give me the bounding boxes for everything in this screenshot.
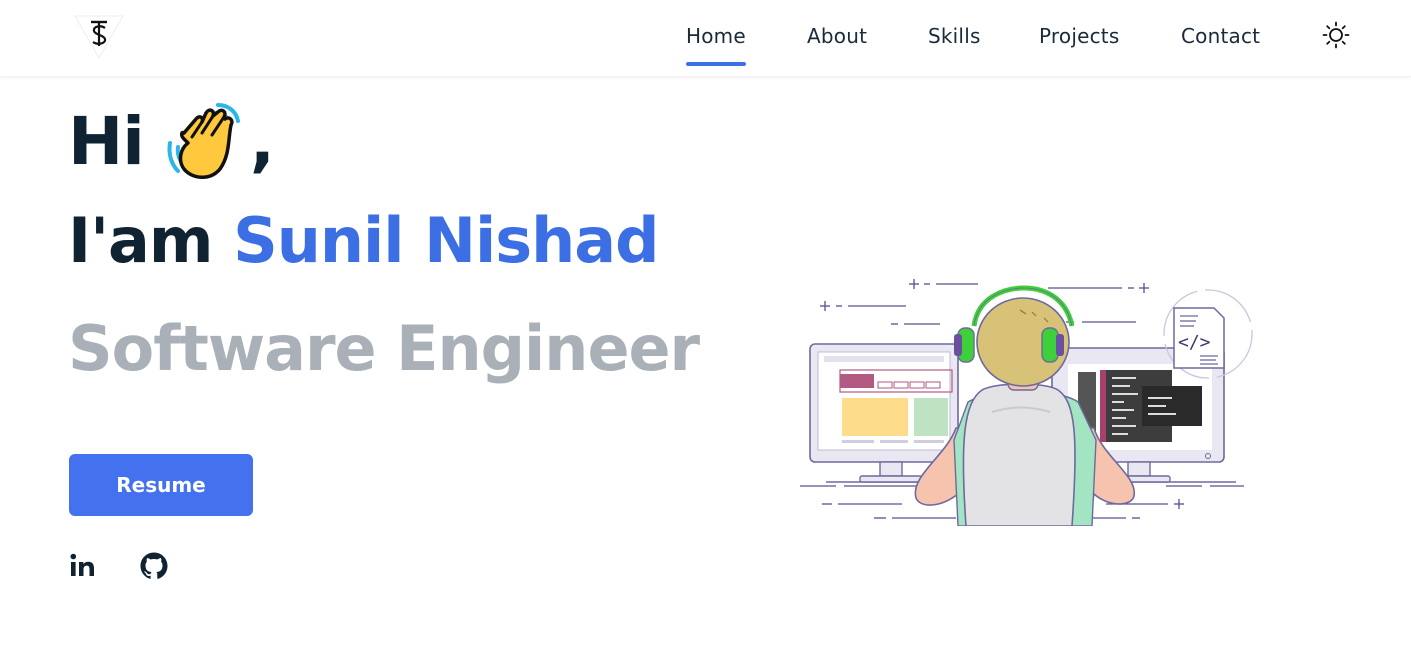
greeting-line: Hi , (68, 96, 275, 186)
ts-logo-icon[interactable] (74, 14, 124, 60)
linkedin-icon[interactable] (68, 550, 100, 582)
nav-about[interactable]: About (807, 24, 867, 48)
nav-home[interactable]: Home (686, 24, 746, 66)
greeting-comma: , (249, 102, 275, 180)
nav-skills[interactable]: Skills (928, 24, 981, 48)
greeting-text: Hi (68, 102, 145, 180)
github-icon[interactable] (138, 550, 170, 582)
waving-hand-icon (167, 103, 240, 179)
role-title: Software Engineer (68, 312, 700, 385)
developer-at-computers-illustration: </> (800, 279, 1253, 526)
nav-contact[interactable]: Contact (1181, 24, 1260, 48)
nav-projects[interactable]: Projects (1039, 24, 1119, 48)
site-header: Home About Skills Projects Contact (0, 0, 1411, 77)
resume-button[interactable]: Resume (69, 454, 253, 516)
person-name: Sunil Nishad (233, 204, 659, 277)
sun-icon[interactable] (1322, 21, 1350, 49)
intro-line: I'am Sunil Nishad (68, 204, 660, 277)
intro-text: I'am (68, 204, 234, 277)
svg-text:</>: </> (1178, 332, 1211, 353)
